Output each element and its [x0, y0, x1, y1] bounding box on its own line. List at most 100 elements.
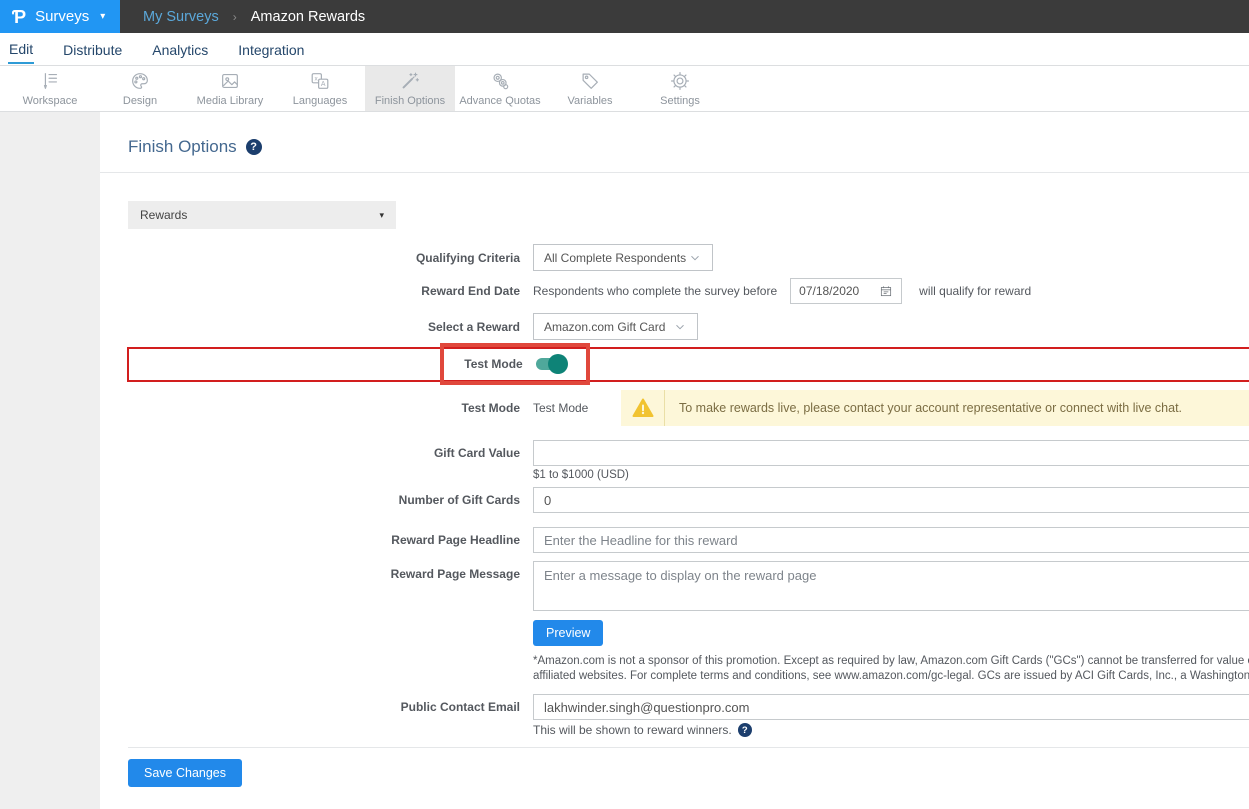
test-mode-annotation-row: Test Mode [128, 345, 1249, 383]
gear-icon [669, 70, 691, 92]
tab-analytics[interactable]: Analytics [151, 36, 209, 63]
chevron-down-icon [673, 320, 687, 334]
product-menu-label: Surveys [35, 8, 89, 25]
disclaimer-line-1: *Amazon.com is not a sponsor of this pro… [533, 654, 1249, 669]
breadcrumb: My Surveys › Amazon Rewards [143, 0, 365, 33]
toolbar-item-advance-quotas[interactable]: Advance Quotas [455, 66, 545, 111]
chain-links-icon [489, 70, 511, 92]
toolbar-label: Advance Quotas [459, 95, 540, 107]
number-of-gift-cards-input[interactable] [533, 487, 1249, 513]
preview-row: Preview [128, 620, 1249, 646]
number-of-gift-cards-row: Number of Gift Cards [128, 487, 1249, 513]
test-mode-toggle-label: Test Mode [464, 357, 522, 371]
public-contact-email-row: Public Contact Email [128, 694, 1249, 720]
toolbar-item-workspace[interactable]: Workspace [5, 66, 95, 111]
reward-end-date-label: Reward End Date [128, 284, 520, 298]
finish-option-type-dropdown[interactable]: Rewards ▾ [128, 201, 396, 229]
page-title: Finish Options [128, 137, 237, 157]
reward-end-date-value: 07/18/2020 [799, 284, 859, 298]
toolbar-label: Design [123, 95, 157, 107]
chevron-down-icon: ▾ [379, 210, 384, 221]
save-changes-button[interactable]: Save Changes [128, 759, 242, 787]
toolbar-item-languages[interactable]: xA Languages [275, 66, 365, 111]
qualifying-criteria-select[interactable]: All Complete Respondents [533, 244, 713, 271]
toolbar-item-finish-options[interactable]: Finish Options [365, 66, 455, 111]
select-reward-row: Select a Reward Amazon.com Gift Card [128, 313, 1249, 340]
toolbar-item-variables[interactable]: Variables [545, 66, 635, 111]
save-row: Save Changes [128, 759, 1249, 787]
reward-page-headline-label: Reward Page Headline [128, 533, 520, 547]
qualifying-criteria-label: Qualifying Criteria [128, 251, 520, 265]
chevron-down-icon: ▾ [100, 11, 105, 22]
breadcrumb-my-surveys[interactable]: My Surveys [143, 9, 219, 25]
select-reward-select[interactable]: Amazon.com Gift Card [533, 313, 698, 340]
reward-end-date-input[interactable]: 07/18/2020 [790, 278, 902, 304]
calendar-icon [879, 284, 893, 298]
test-mode-warning-text: To make rewards live, please contact you… [665, 390, 1196, 426]
test-mode-status-label: Test Mode [128, 401, 520, 415]
reward-page-message-row: Reward Page Message [128, 561, 1249, 611]
toolbar-item-design[interactable]: Design [95, 66, 185, 111]
svg-text:x: x [315, 76, 319, 83]
reward-page-message-input[interactable] [533, 561, 1249, 611]
gift-card-value-input[interactable] [533, 440, 1249, 466]
help-icon[interactable]: ? [246, 139, 262, 155]
tab-integration[interactable]: Integration [237, 36, 305, 63]
toolbar-label: Settings [660, 95, 700, 107]
workspace-list-icon [39, 70, 61, 92]
finish-option-type-value: Rewards [140, 208, 187, 222]
toolbar-label: Languages [293, 95, 347, 107]
questionpro-logo-icon: Ƥ [12, 8, 26, 26]
breadcrumb-separator-icon: › [233, 10, 237, 24]
toolbar-item-media-library[interactable]: Media Library [185, 66, 275, 111]
annotation-red-band [127, 347, 1249, 382]
qualifying-criteria-row: Qualifying Criteria All Complete Respond… [128, 244, 1249, 271]
translate-icon: xA [309, 70, 331, 92]
top-bar: Ƥ Surveys ▾ My Surveys › Amazon Rewards [0, 0, 1249, 33]
product-menu[interactable]: Ƥ Surveys ▾ [0, 0, 120, 33]
finish-options-panel: Finish Options ? Rewards ▾ Qualifying Cr… [100, 112, 1249, 809]
divider [128, 747, 1249, 748]
gift-card-value-helper: $1 to $1000 (USD) [533, 469, 629, 481]
image-icon [219, 70, 241, 92]
reward-end-date-suffix: will qualify for reward [919, 284, 1031, 298]
reward-end-date-prefix: Respondents who complete the survey befo… [533, 284, 777, 298]
toolbar-label: Media Library [197, 95, 264, 107]
gift-card-value-label: Gift Card Value [128, 446, 520, 460]
number-of-gift-cards-label: Number of Gift Cards [128, 493, 520, 507]
tab-distribute[interactable]: Distribute [62, 36, 123, 63]
toolbar-label: Variables [567, 95, 612, 107]
preview-button[interactable]: Preview [533, 620, 603, 646]
reward-page-headline-row: Reward Page Headline [128, 527, 1249, 553]
test-mode-toggle[interactable] [536, 358, 566, 370]
reward-page-headline-input[interactable] [533, 527, 1249, 553]
test-mode-status-row: Test Mode Test Mode To make rewards live… [128, 390, 1249, 426]
select-reward-value: Amazon.com Gift Card [544, 320, 665, 334]
reward-end-date-row: Reward End Date Respondents who complete… [128, 278, 1249, 304]
breadcrumb-current-survey: Amazon Rewards [251, 9, 365, 25]
public-contact-email-label: Public Contact Email [128, 700, 520, 714]
chevron-down-icon [688, 251, 702, 265]
annotation-red-highlight: Test Mode [440, 343, 590, 385]
amazon-disclaimer: *Amazon.com is not a sponsor of this pro… [533, 654, 1249, 684]
tab-edit[interactable]: Edit [8, 35, 34, 64]
test-mode-warning-banner: To make rewards live, please contact you… [621, 390, 1249, 426]
public-contact-email-helper: This will be shown to reward winners. [533, 723, 732, 737]
public-contact-email-helper-row: This will be shown to reward winners. ? [128, 723, 1249, 737]
toolbar-label: Workspace [23, 95, 78, 107]
reward-page-message-label: Reward Page Message [128, 561, 520, 581]
test-mode-status-value: Test Mode [533, 401, 611, 415]
warning-triangle-icon [631, 396, 655, 420]
gift-card-value-helper-row: $1 to $1000 (USD) [128, 469, 1249, 481]
left-gutter [0, 112, 100, 809]
help-icon[interactable]: ? [738, 723, 752, 737]
public-contact-email-input[interactable] [533, 694, 1249, 720]
magic-wand-icon [399, 70, 421, 92]
survey-nav-tabs: Edit Distribute Analytics Integration [0, 33, 1249, 66]
toolbar-label: Finish Options [375, 95, 445, 107]
toolbar-item-settings[interactable]: Settings [635, 66, 725, 111]
qualifying-criteria-value: All Complete Respondents [544, 251, 686, 265]
disclaimer-line-2: affiliated websites. For complete terms … [533, 669, 1249, 684]
palette-icon [129, 70, 151, 92]
gift-card-value-row: Gift Card Value [128, 440, 1249, 466]
